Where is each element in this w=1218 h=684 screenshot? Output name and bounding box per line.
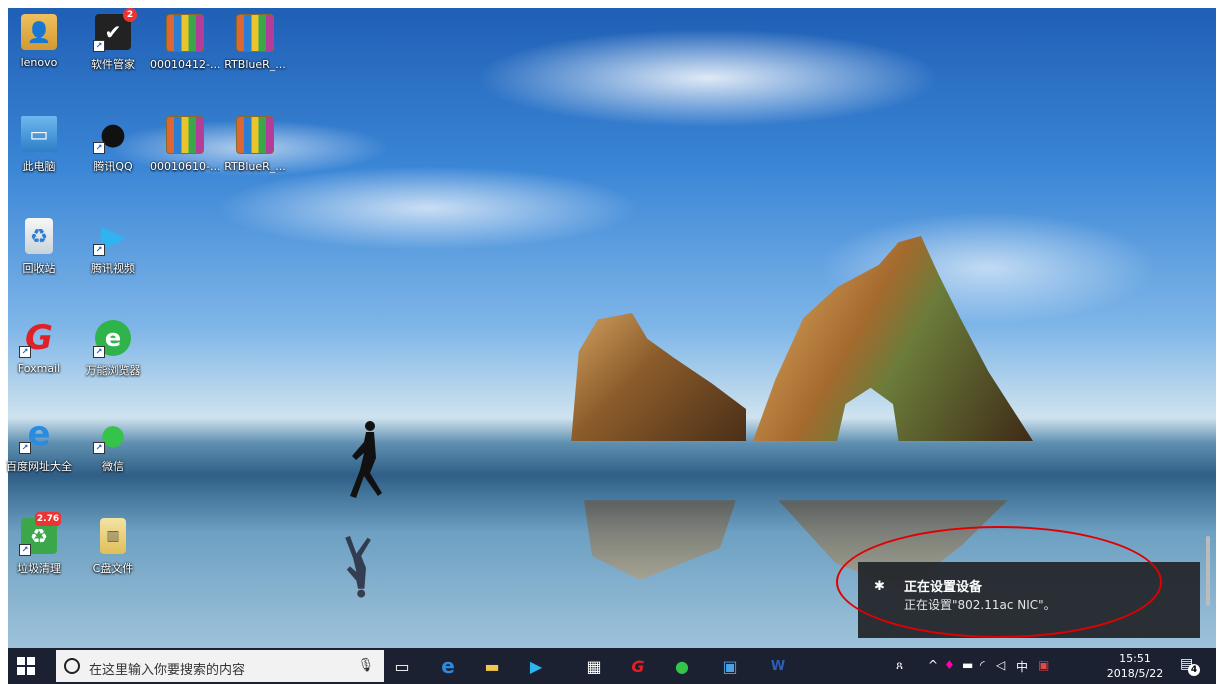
time-text: 15:51: [1119, 652, 1151, 665]
shortcut-arrow-icon: ↗: [93, 142, 105, 154]
penguin-icon: ● ↗: [93, 116, 131, 154]
icon-label: 万能浏览器: [85, 364, 141, 377]
desktop-icon-wechat[interactable]: ● ↗ 微信: [78, 416, 148, 486]
desktop-icon-archive-2[interactable]: RTBlueR_...: [220, 14, 290, 84]
shield-check-icon: ✔ 2 ↗: [93, 8, 137, 52]
desktop-icon-tencent-video[interactable]: ▶ ↗ 腾讯视频: [78, 217, 148, 288]
date-text: 2018/5/22: [1106, 667, 1164, 680]
ime-indicator[interactable]: 中: [1016, 658, 1028, 675]
taskbar: 在这里输入你要搜索的内容 🎙 ▭ e ▬ ▶ ▦ G ● ▣ W ጸ ^ ♦ ▬…: [8, 648, 1216, 684]
desktop-icon-archive-4[interactable]: RTBlueR_...: [220, 116, 290, 186]
annotation-circle: [836, 526, 1162, 638]
icon-label: 回收站: [22, 262, 56, 275]
icon-label: 00010412-...: [150, 58, 220, 71]
play-icon: ▶ ↗: [93, 217, 131, 256]
icon-label: 此电脑: [22, 160, 56, 173]
rock-right: [753, 236, 1033, 441]
windows-start-icon[interactable]: [16, 656, 36, 676]
cortana-icon: [64, 658, 80, 674]
runner-reflection: [345, 536, 371, 598]
shortcut-arrow-icon: ↗: [93, 442, 105, 454]
desktop-icon-lenovo[interactable]: 👤 lenovo: [4, 14, 74, 84]
desktop-icon-foxmail[interactable]: G ↗ Foxmail: [4, 318, 74, 390]
icon-label: RTBlueR_...: [224, 58, 286, 71]
security-icon[interactable]: ♦: [944, 658, 955, 672]
search-placeholder: 在这里输入你要搜索的内容: [89, 663, 246, 678]
photos-icon[interactable]: ▣: [718, 654, 742, 678]
edge-browser-icon[interactable]: e: [436, 654, 460, 678]
desktop-icon-archive-1[interactable]: 00010412-...: [150, 14, 220, 84]
icon-label: 垃圾清理: [17, 562, 61, 575]
badge-count: 2.76: [35, 512, 61, 526]
winrar-archive-icon: [236, 14, 274, 52]
icon-label: RTBlueR_...: [224, 160, 286, 173]
wifi-icon[interactable]: ◜: [980, 658, 985, 672]
battery-icon[interactable]: ▬: [962, 658, 973, 672]
desktop-icon-browser[interactable]: e ↗ 万能浏览器: [78, 320, 148, 390]
shortcut-arrow-icon: ↗: [93, 346, 105, 358]
scrollbar[interactable]: [1206, 536, 1210, 606]
icon-label: C盘文件: [92, 562, 134, 575]
people-icon[interactable]: ጸ: [896, 658, 903, 673]
folder-icon: ▥: [100, 518, 126, 554]
icon-label: 00010610-...: [150, 160, 220, 173]
desktop-icon-c-drive-files[interactable]: ▥ C盘文件: [78, 518, 148, 588]
icon-label: 微信: [102, 460, 124, 473]
wechat-icon: ● ↗: [93, 416, 131, 454]
shortcut-arrow-icon: ↗: [19, 544, 31, 556]
notification-count: 4: [1188, 664, 1200, 676]
shortcut-arrow-icon: ↗: [19, 346, 31, 358]
desktop-icon-software-manager[interactable]: ✔ 2 ↗ 软件管家: [78, 8, 148, 84]
desktop-icon-qq[interactable]: ● ↗ 腾讯QQ: [78, 116, 148, 186]
chevron-up-icon[interactable]: ^: [928, 658, 938, 672]
winrar-archive-icon: [236, 116, 274, 154]
shortcut-arrow-icon: ↗: [93, 40, 105, 52]
runner-silhouette: [350, 421, 382, 498]
app-tray-icon[interactable]: ▣: [1038, 658, 1049, 672]
shortcut-arrow-icon: ↗: [19, 442, 31, 454]
rock-left: [571, 313, 746, 441]
desktop-icon-recycle-bin[interactable]: ♻ 回收站: [4, 218, 74, 288]
tencent-video-icon[interactable]: ▶: [524, 654, 548, 678]
user-folder-icon: 👤: [21, 14, 57, 50]
badge-count: 2: [123, 8, 137, 22]
icon-label: lenovo: [20, 56, 58, 69]
desktop-icon-this-pc[interactable]: ▭ 此电脑: [4, 116, 74, 186]
search-box[interactable]: 在这里输入你要搜索的内容 🎙: [56, 650, 384, 682]
word-icon[interactable]: W: [766, 654, 790, 678]
wechat-icon[interactable]: ●: [670, 654, 694, 678]
recycle-bin-icon: ♻: [25, 218, 53, 254]
winrar-archive-icon: [166, 14, 204, 52]
microphone-icon[interactable]: 🎙: [357, 658, 374, 673]
browser-e-icon: e ↗: [93, 320, 131, 358]
rock-left-reflection: [584, 500, 736, 580]
desktop-icon-baidu[interactable]: e ↗ 百度网址大全: [4, 414, 74, 486]
icon-label: 腾讯QQ: [93, 160, 133, 173]
icon-label: 软件管家: [91, 58, 135, 71]
icon-label: 腾讯视频: [91, 262, 135, 275]
icon-label: 百度网址大全: [6, 460, 72, 473]
icon-label: Foxmail: [17, 362, 61, 375]
monitor-icon: ▭: [21, 116, 57, 152]
foxmail-icon[interactable]: G: [626, 654, 650, 678]
foxmail-logo-icon: G ↗: [19, 318, 57, 358]
shortcut-arrow-icon: ↗: [93, 244, 105, 256]
trash-clean-icon: ♻ 2.76 ↗: [19, 512, 61, 556]
winrar-archive-icon: [166, 116, 204, 154]
file-explorer-icon[interactable]: ▬: [480, 654, 504, 678]
calculator-icon[interactable]: ▦: [582, 654, 606, 678]
task-view-icon[interactable]: ▭: [390, 654, 414, 678]
volume-icon[interactable]: ◁: [996, 658, 1005, 672]
clock[interactable]: 15:51 2018/5/22: [1104, 651, 1166, 681]
ie-icon: e ↗: [19, 414, 57, 454]
desktop-icon-cleaner[interactable]: ♻ 2.76 ↗ 垃圾清理: [4, 512, 74, 588]
desktop-icon-archive-3[interactable]: 00010610-...: [150, 116, 220, 186]
